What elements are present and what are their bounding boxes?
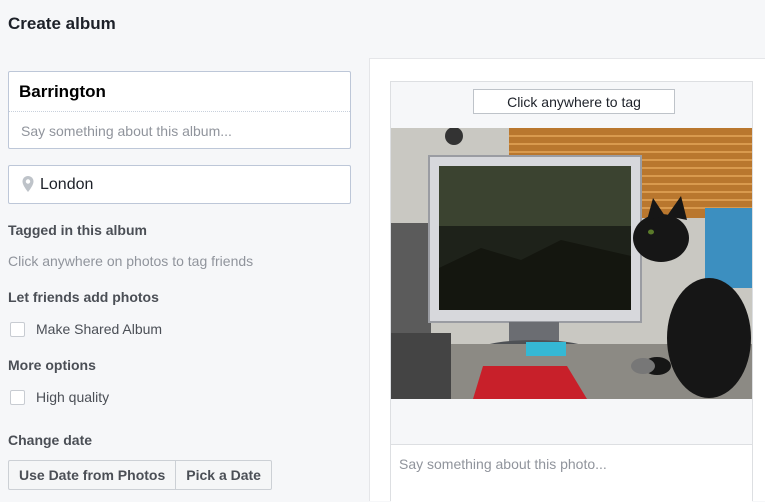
shared-album-label[interactable]: Make Shared Album (36, 321, 162, 337)
use-date-from-photos-button[interactable]: Use Date from Photos (8, 460, 177, 490)
high-quality-option[interactable]: High quality (10, 388, 109, 406)
album-name-input[interactable]: Barrington (19, 82, 106, 102)
date-button-group: Use Date from Photos Pick a Date (8, 460, 272, 490)
photo-caption-placeholder: Say something about this photo... (399, 456, 607, 472)
change-date-heading: Change date (8, 432, 93, 448)
location-value: London (40, 176, 94, 193)
pick-a-date-button[interactable]: Pick a Date (176, 460, 272, 490)
photo-caption-input[interactable]: Say something about this photo... (391, 444, 752, 502)
photo-card: Click anywhere to tag Say something abou… (390, 81, 753, 502)
tagged-hint: Click anywhere on photos to tag friends (8, 253, 254, 269)
location-input[interactable]: London (8, 165, 351, 204)
photo-image[interactable] (391, 128, 752, 399)
high-quality-label[interactable]: High quality (36, 389, 109, 405)
high-quality-checkbox[interactable] (10, 389, 25, 405)
shared-album-checkbox[interactable] (10, 321, 25, 337)
album-details-box: Barrington Say something about this albu… (8, 71, 351, 149)
divider (9, 111, 350, 112)
tagged-heading: Tagged in this album (8, 222, 147, 238)
page-title: Create album (8, 14, 116, 33)
location-pin-icon (22, 176, 34, 192)
shared-album-option[interactable]: Make Shared Album (10, 320, 162, 338)
more-options-heading: More options (8, 357, 96, 373)
album-description-input[interactable]: Say something about this album... (21, 123, 232, 139)
tag-button[interactable]: Click anywhere to tag (473, 89, 675, 114)
friends-heading: Let friends add photos (8, 289, 159, 305)
